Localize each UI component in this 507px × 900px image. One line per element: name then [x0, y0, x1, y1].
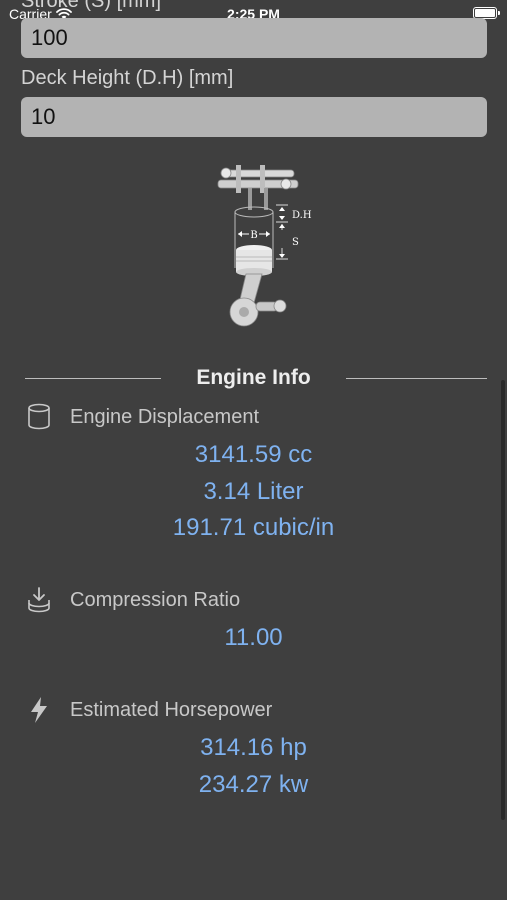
cylinder-icon: [28, 403, 50, 430]
displacement-cc: 3141.59 cc: [194, 441, 313, 468]
displacement-liter: 3.14 Liter: [203, 478, 304, 505]
stroke-label: Stroke (S) [mm]: [21, 0, 162, 12]
divider-right: [346, 378, 487, 379]
svg-text:S: S: [292, 237, 299, 248]
svg-text:B: B: [250, 230, 257, 241]
scrollbar[interactable]: [501, 380, 505, 820]
lightning-bolt-icon: [31, 697, 47, 723]
horsepower-label: Estimated Horsepower: [70, 699, 273, 721]
compress-download-icon: [28, 587, 50, 613]
stroke-input[interactable]: 100: [21, 18, 487, 58]
svg-text:D.H: D.H: [292, 210, 312, 221]
compression-ratio-value: 11.00: [224, 624, 283, 651]
screen: Carrier 2:25 PM Stroke (S) [mm] 100 Deck…: [0, 0, 507, 900]
deck-height-input[interactable]: 10: [21, 97, 487, 137]
engine-diagram: B D.H S: [217, 165, 312, 327]
horsepower-hp: 314.16 hp: [200, 734, 307, 761]
deck-height-label: Deck Height (D.H) [mm]: [21, 67, 234, 89]
horsepower-kw: 234.27 kw: [198, 771, 309, 798]
displacement-label: Engine Displacement: [70, 406, 259, 428]
compression-label: Compression Ratio: [70, 589, 241, 611]
displacement-cubic-in: 191.71 cubic/in: [172, 514, 335, 541]
